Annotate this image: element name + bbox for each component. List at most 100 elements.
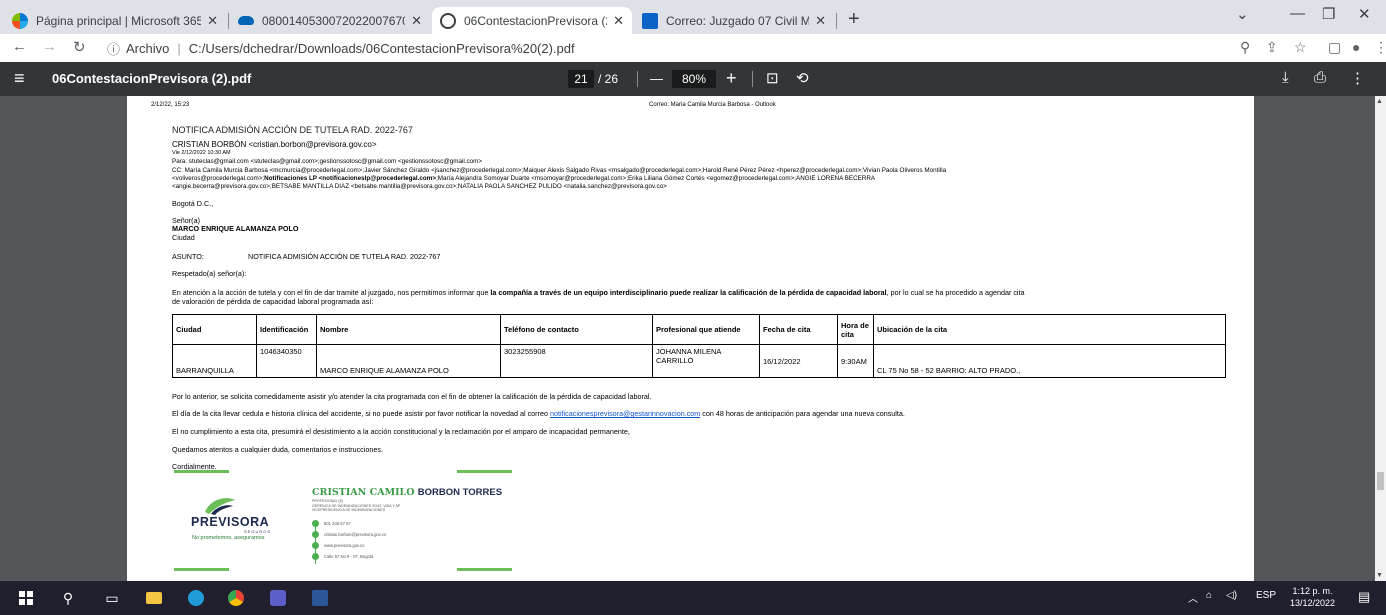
table-cell: 1046340350 — [256, 344, 317, 378]
more-actions-icon[interactable]: ⋮ — [1350, 69, 1365, 87]
table-cell: BARRANQUILLA — [172, 344, 257, 378]
word-icon[interactable] — [310, 588, 330, 608]
chrome-icon[interactable] — [226, 588, 246, 608]
cc-bold-text: Notificaciones LP <notificacioneslp@proc… — [264, 175, 437, 182]
reload-icon[interactable]: ↻ — [73, 38, 86, 56]
paragraph-request: Por lo anterior, se solicita comedidamen… — [172, 392, 652, 401]
fit-page-icon[interactable]: ⊡ — [766, 69, 779, 87]
volume-icon[interactable]: ◁) — [1226, 590, 1237, 601]
rotate-icon[interactable]: ⟲ — [796, 69, 809, 87]
windows-taskbar: ⚲ ▭ ︿ ⌂ ◁) ESP 1:12 p. m. 13/12/2022 ▤ — [0, 581, 1386, 615]
scroll-down-icon[interactable]: ▼ — [1376, 572, 1383, 579]
vertical-scrollbar[interactable]: ▲ ▼ — [1375, 96, 1386, 581]
search-icon[interactable]: ⚲ — [58, 588, 78, 608]
intro-text: , por lo cual se ha procedido a agendar … — [886, 288, 1025, 297]
paragraph-instructions: El día de la cita llevar cedula e histor… — [172, 409, 905, 418]
address-scheme: Archivo — [126, 40, 170, 56]
cc-text: ;María Alejandra Somoyar Duarte <msomoya… — [436, 175, 876, 182]
scrollbar-thumb[interactable] — [1377, 472, 1384, 490]
new-tab-button[interactable]: + — [848, 8, 860, 30]
page-number-input[interactable]: 21 — [568, 70, 594, 88]
email-to: Para: stuteclas@gmail.com <stuteclas@gma… — [172, 158, 483, 165]
restore-icon[interactable]: ❐ — [1322, 5, 1335, 23]
profile-icon[interactable]: ● — [1352, 39, 1360, 55]
tab-microsoft365[interactable]: Página principal | Microsoft 365 ✕ — [4, 7, 226, 34]
email-cc-line2: <voliveros@procederlegal.com>;Notificaci… — [172, 175, 875, 183]
page-total: / 26 — [598, 72, 619, 86]
table-cell: 3023255908 — [500, 344, 653, 378]
notifications-icon[interactable]: ▤ — [1358, 589, 1370, 605]
windows-start-icon[interactable] — [16, 588, 36, 608]
signature-name: CRISTIAN CAMILO BORBON TORRES — [312, 487, 502, 498]
table-row: BARRANQUILLA 1046340350 MARCO ENRIQUE AL… — [172, 344, 1226, 378]
address-bar[interactable]: ⓘ Archivo | C:/Users/dchedrar/Downloads/… — [107, 37, 1225, 59]
minimize-icon[interactable]: — — [1290, 5, 1305, 22]
zoom-out-button[interactable]: — — [650, 71, 663, 86]
bookmark-star-icon[interactable]: ☆ — [1294, 39, 1307, 56]
download-icon[interactable]: ⤓ — [1282, 69, 1289, 86]
intro-text: En atención a la acción de tutela y con … — [172, 288, 491, 297]
back-icon[interactable]: ← — [12, 38, 27, 55]
close-window-icon[interactable]: ✕ — [1358, 5, 1371, 23]
phone-text: 601 348 57 57 — [324, 521, 351, 526]
table-cell: MARCO ENRIQUE ALAMANZA POLO — [316, 344, 501, 378]
task-view-icon[interactable]: ▭ — [102, 588, 122, 608]
appointment-table: Ciudad Identificación Nombre Teléfono de… — [172, 314, 1226, 378]
input-language[interactable]: ESP — [1256, 590, 1276, 601]
tab-onedrive[interactable]: 0800140530072022007670​0 Ang ✕ — [230, 7, 430, 34]
close-tab-icon[interactable]: ✕ — [613, 13, 624, 29]
table-header-cell: Teléfono de contacto — [500, 314, 653, 345]
clock-time: 1:12 p. m. — [1292, 586, 1333, 596]
instructions-text: con 48 horas de anticipación para agenda… — [700, 409, 905, 418]
table-header-cell: Fecha de cita — [759, 314, 838, 345]
print-icon[interactable]: ⎙ — [1314, 69, 1326, 86]
signature-phone: 601 348 57 57 — [312, 520, 351, 527]
recipient-name: MARCO ENRIQUE ALAMANZA POLO — [172, 224, 299, 233]
table-header-cell: Hora de cita — [837, 314, 874, 345]
share-icon[interactable]: ⇪ — [1266, 39, 1278, 56]
signature-email: cristian.borbon@previsora.gov.co — [312, 531, 386, 538]
previsora-logo-text: PREVISORA — [191, 515, 270, 529]
tray-chevron-icon[interactable]: ︿ — [1188, 590, 1198, 605]
tab-pdf-active[interactable]: 06ContestacionPrevisora (2).pdf ✕ — [432, 7, 632, 34]
forward-icon[interactable]: → — [42, 38, 57, 55]
pdf-viewport[interactable]: 2/12/22, 15:23 Correo: Maria Camila Murc… — [0, 96, 1386, 581]
close-tab-icon[interactable]: ✕ — [207, 13, 218, 29]
close-tab-icon[interactable]: ✕ — [815, 13, 826, 29]
table-header-cell: Nombre — [316, 314, 501, 345]
address-bar-row: ← → ↻ ⓘ Archivo | C:/Users/dchedrar/Down… — [0, 34, 1386, 62]
paragraph-warning: El no cumplimiento a esta cita, presumir… — [172, 427, 630, 436]
side-panel-icon[interactable]: ▢ — [1328, 39, 1341, 56]
table-header-cell: Ciudad — [172, 314, 257, 345]
system-clock[interactable]: 1:12 p. m. 13/12/2022 — [1290, 585, 1335, 609]
zoom-icon[interactable]: ⚲ — [1240, 39, 1250, 56]
signature-role-line: VICEPRESIDENCIA DE INDEMNIZACIONES — [312, 508, 386, 512]
email-icon — [312, 531, 319, 538]
tab-search-icon[interactable]: ⌄ — [1236, 5, 1249, 23]
menu-icon[interactable]: ≡ — [14, 68, 25, 89]
close-tab-icon[interactable]: ✕ — [411, 13, 422, 29]
tab-outlook[interactable]: Correo: Juzgado 07 Civil Municip ✕ — [634, 7, 834, 34]
pdf-toolbar: ≡ 06ContestacionPrevisora (2).pdf 21 / 2… — [0, 62, 1386, 96]
address-text: Calle 57 No 9 - 07, Bogotá — [324, 554, 374, 559]
zoom-level-input[interactable]: 80% — [672, 70, 716, 88]
notification-email-link[interactable]: notificacionesprevisora@gestarinnovacion… — [550, 409, 700, 418]
teams-icon[interactable] — [268, 588, 288, 608]
signature-top-line — [174, 470, 229, 473]
paragraph-attentive: Quedamos atentos a cualquier duda, comen… — [172, 445, 383, 454]
network-icon[interactable]: ⌂ — [1206, 590, 1212, 601]
paragraph-intro-line2: de valoración de pérdida de capacidad la… — [172, 297, 374, 306]
recipient-city: Ciudad — [172, 233, 195, 242]
paragraph-intro-line1: En atención a la acción de tutela y con … — [172, 288, 1025, 297]
file-explorer-icon[interactable] — [144, 588, 164, 608]
edge-icon[interactable] — [186, 588, 206, 608]
info-icon[interactable]: ⓘ — [107, 39, 120, 58]
tab-divider — [228, 13, 229, 29]
zoom-in-button[interactable]: + — [726, 68, 737, 89]
pdf-globe-icon — [440, 12, 456, 29]
more-menu-icon[interactable]: ⋮ — [1374, 39, 1386, 56]
scroll-up-icon[interactable]: ▲ — [1376, 98, 1383, 105]
email-text: cristian.borbon@previsora.gov.co — [324, 532, 387, 537]
instructions-text: El día de la cita llevar cedula e histor… — [172, 409, 550, 418]
greeting: Respetado(a) señor(a): — [172, 269, 247, 278]
